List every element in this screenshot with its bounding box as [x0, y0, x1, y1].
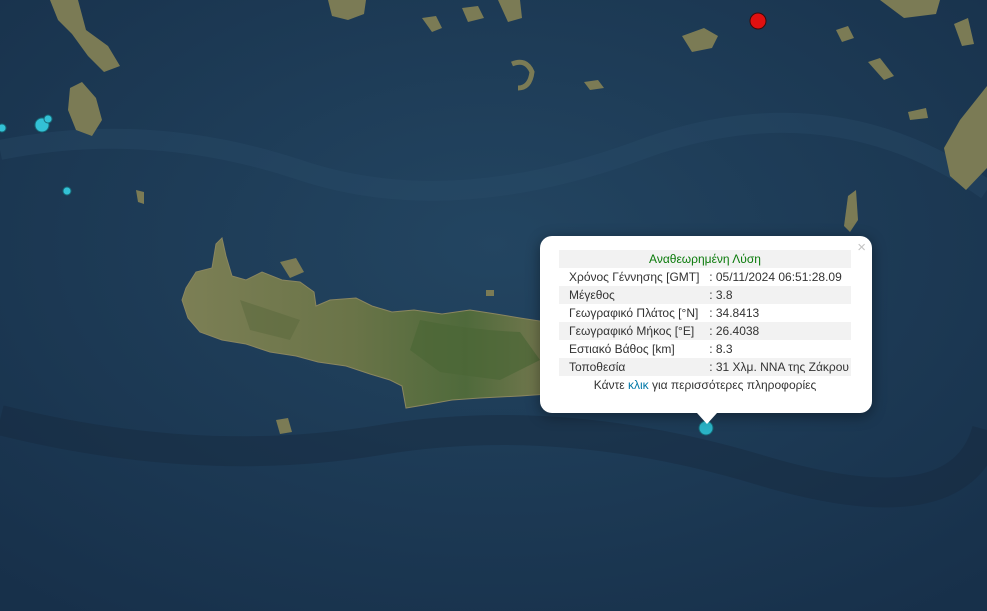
location-label: Τοποθεσία [559, 358, 708, 376]
more-info-link[interactable]: κλικ [628, 378, 649, 392]
more-info-row: Κάντε κλικ για περισσότερες πληροφορίες [559, 376, 851, 394]
magnitude-value: : 3.8 [707, 286, 851, 304]
depth-label: Εστιακό Βάθος [km] [569, 342, 675, 356]
earthquake-popup: × Αναθεωρημένη Λύση Χρόνος Γέννησης [GMT… [540, 236, 872, 413]
quake-marker-cyan[interactable] [43, 114, 53, 124]
latitude-value: : 34.8413 [709, 306, 760, 320]
earthquake-info-table: Αναθεωρημένη Λύση Χρόνος Γέννησης [GMT] … [559, 250, 851, 394]
more-info-suffix: για περισσότερες πληροφορίες [651, 378, 817, 392]
quake-marker-cyan[interactable] [0, 123, 7, 133]
popup-tip [697, 413, 717, 424]
latitude-label: Γεωγραφικό Πλάτος [°N] [569, 306, 699, 320]
info-row-longitude: Γεωγραφικό Μήκος [°E] : 26.4038 [559, 322, 851, 340]
more-info-prefix: Κάντε [593, 378, 625, 392]
info-row-latitude: Γεωγραφικό Πλάτος [°N] : 34.8413 [559, 304, 851, 322]
info-row-magnitude: Μέγεθος : 3.8 [559, 286, 851, 304]
longitude-label: Γεωγραφικό Μήκος [°E] [559, 322, 708, 340]
quake-marker-red[interactable] [749, 12, 767, 30]
quake-marker-cyan[interactable] [62, 186, 72, 196]
more-info-text: Κάντε κλικ για περισσότερες πληροφορίες [559, 376, 851, 394]
popup-header-row: Αναθεωρημένη Λύση [559, 250, 851, 268]
time-value: : 05/11/2024 06:51:28.09 [709, 270, 842, 284]
longitude-value: : 26.4038 [707, 322, 851, 340]
time-label: Χρόνος Γέννησης [GMT] [569, 270, 700, 284]
magnitude-label: Μέγεθος [559, 286, 708, 304]
info-row-depth: Εστιακό Βάθος [km] : 8.3 [559, 340, 851, 358]
close-icon[interactable]: × [857, 240, 866, 256]
popup-header: Αναθεωρημένη Λύση [559, 250, 851, 268]
info-row-time: Χρόνος Γέννησης [GMT] : 05/11/2024 06:51… [559, 268, 851, 286]
location-value: : 31 Χλμ. ΝΝΑ της Ζάκρου [707, 358, 851, 376]
depth-value: : 8.3 [709, 342, 733, 356]
info-row-location: Τοποθεσία : 31 Χλμ. ΝΝΑ της Ζάκρου [559, 358, 851, 376]
